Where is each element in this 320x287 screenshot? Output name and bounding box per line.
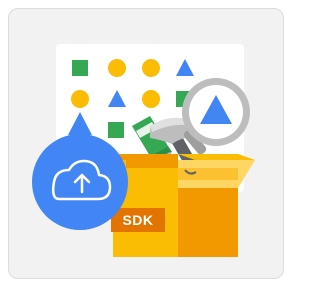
green-square-shape	[108, 122, 124, 138]
sdk-illustration	[32, 44, 255, 257]
yellow-circle-shape	[142, 90, 160, 108]
yellow-circle-shape	[108, 59, 126, 77]
sdk-label: SDK	[122, 212, 154, 228]
yellow-circle-shape	[142, 59, 160, 77]
yellow-circle-shape	[71, 90, 89, 108]
green-square-shape	[72, 60, 88, 76]
